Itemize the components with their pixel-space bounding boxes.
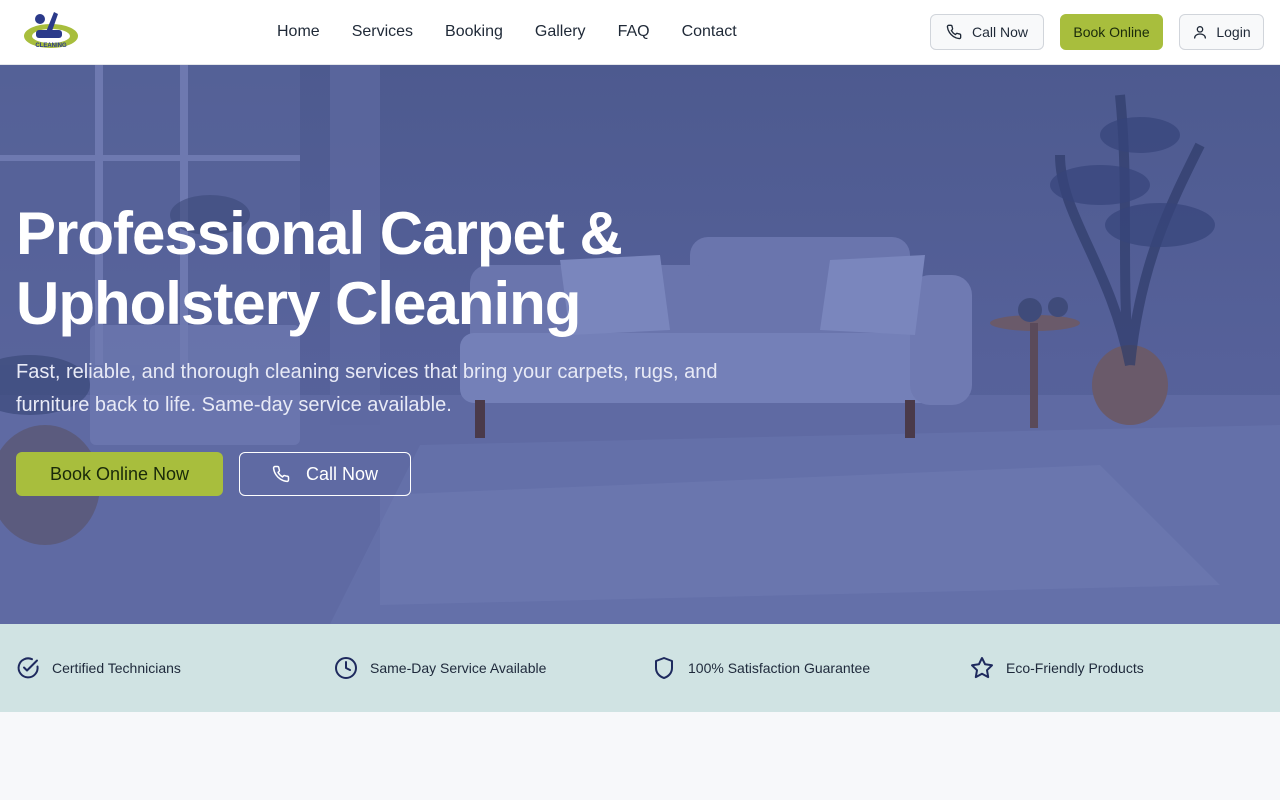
logo-wordmark: CLEANING: [35, 43, 67, 49]
header-call-label: Call Now: [971, 24, 1028, 40]
shield-icon: [652, 656, 676, 680]
nav-gallery[interactable]: Gallery: [535, 23, 586, 41]
login-label: Login: [1216, 24, 1251, 40]
login-button[interactable]: Login: [1179, 14, 1264, 50]
nav-home[interactable]: Home: [277, 23, 320, 41]
feature-certified-technicians: Certified Technicians: [16, 654, 181, 682]
hero-title: Professional Carpet & Upholstery Cleanin…: [16, 200, 623, 337]
feature-label: Same-Day Service Available: [370, 660, 547, 676]
feature-label: Certified Technicians: [52, 660, 181, 676]
phone-icon: [272, 465, 290, 483]
features-strip: Certified Technicians Same-Day Service A…: [0, 624, 1280, 712]
user-icon: [1192, 24, 1208, 40]
check-circle-icon: [16, 656, 40, 680]
header-book-button[interactable]: Book Online: [1060, 14, 1163, 50]
feature-satisfaction-guarantee: 100% Satisfaction Guarantee: [652, 654, 870, 682]
site-header: CLEANING Home Services Booking Gallery F…: [0, 0, 1280, 65]
main-nav: Home Services Booking Gallery FAQ Contac…: [277, 0, 737, 64]
hero-subtitle: Fast, reliable, and thorough cleaning se…: [16, 361, 718, 416]
hero-background-image: [0, 65, 1280, 624]
feature-label: 100% Satisfaction Guarantee: [688, 660, 871, 676]
feature-same-day-service: Same-Day Service Available: [334, 654, 546, 682]
hero-call-button[interactable]: Call Now: [239, 452, 411, 496]
company-logo[interactable]: CLEANING: [18, 6, 84, 56]
clock-icon: [334, 656, 358, 680]
nav-faq[interactable]: FAQ: [618, 23, 650, 41]
hero-call-label: Call Now: [305, 463, 379, 484]
hero-section: Professional Carpet & Upholstery Cleanin…: [0, 65, 1280, 624]
header-call-button[interactable]: Call Now: [930, 14, 1044, 50]
feature-label: Eco-Friendly Products: [1006, 660, 1144, 676]
nav-booking[interactable]: Booking: [445, 23, 503, 41]
nav-services[interactable]: Services: [352, 23, 413, 41]
phone-icon: [946, 24, 962, 40]
feature-eco-friendly: Eco-Friendly Products: [970, 654, 1144, 682]
nav-contact[interactable]: Contact: [682, 23, 737, 41]
star-icon: [970, 656, 994, 680]
book-online-now-button[interactable]: Book Online Now: [16, 452, 223, 496]
